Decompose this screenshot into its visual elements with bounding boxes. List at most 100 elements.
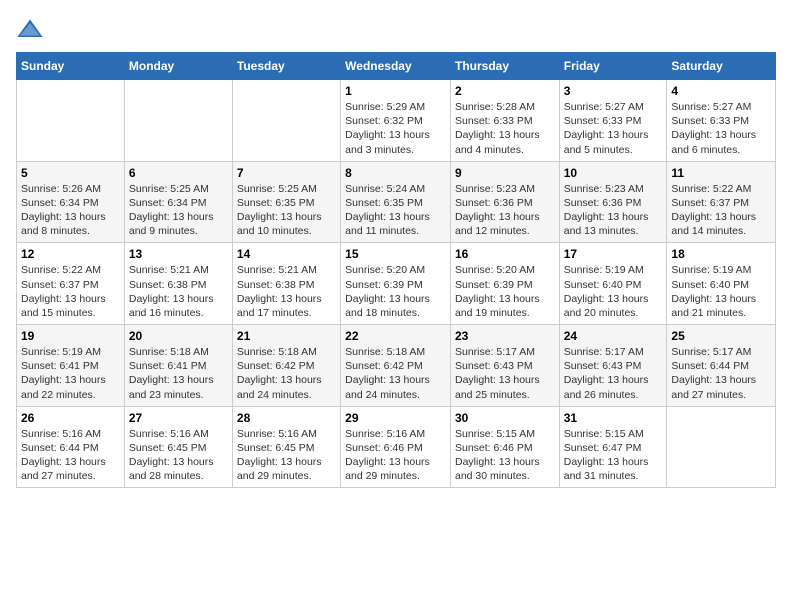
weekday-header: Sunday — [17, 53, 125, 80]
day-number: 30 — [455, 411, 555, 425]
day-number: 10 — [564, 166, 663, 180]
day-info: Sunrise: 5:29 AM Sunset: 6:32 PM Dayligh… — [345, 100, 446, 157]
calendar-cell: 15 Sunrise: 5:20 AM Sunset: 6:39 PM Dayli… — [341, 243, 451, 325]
weekday-header: Thursday — [450, 53, 559, 80]
calendar-cell: 26 Sunrise: 5:16 AM Sunset: 6:44 PM Dayli… — [17, 406, 125, 488]
day-number: 24 — [564, 329, 663, 343]
day-number: 1 — [345, 84, 446, 98]
calendar-cell: 8 Sunrise: 5:24 AM Sunset: 6:35 PM Daylig… — [341, 161, 451, 243]
day-number: 23 — [455, 329, 555, 343]
day-info: Sunrise: 5:18 AM Sunset: 6:42 PM Dayligh… — [237, 345, 336, 402]
calendar-cell: 25 Sunrise: 5:17 AM Sunset: 6:44 PM Dayli… — [667, 325, 776, 407]
calendar-cell: 16 Sunrise: 5:20 AM Sunset: 6:39 PM Dayli… — [450, 243, 559, 325]
day-info: Sunrise: 5:24 AM Sunset: 6:35 PM Dayligh… — [345, 182, 446, 239]
day-number: 2 — [455, 84, 555, 98]
day-info: Sunrise: 5:21 AM Sunset: 6:38 PM Dayligh… — [129, 263, 228, 320]
calendar-week-row: 19 Sunrise: 5:19 AM Sunset: 6:41 PM Dayli… — [17, 325, 776, 407]
day-info: Sunrise: 5:17 AM Sunset: 6:43 PM Dayligh… — [455, 345, 555, 402]
calendar-cell — [124, 80, 232, 162]
day-number: 11 — [671, 166, 771, 180]
calendar-cell: 22Sunrise: 5:18 AM Sunset: 6:42 PM Dayli… — [341, 325, 451, 407]
calendar-table: SundayMondayTuesdayWednesdayThursdayFrid… — [16, 52, 776, 488]
day-info: Sunrise: 5:19 AM Sunset: 6:40 PM Dayligh… — [671, 263, 771, 320]
day-info: Sunrise: 5:22 AM Sunset: 6:37 PM Dayligh… — [21, 263, 120, 320]
day-info: Sunrise: 5:21 AM Sunset: 6:38 PM Dayligh… — [237, 263, 336, 320]
calendar-week-row: 1 Sunrise: 5:29 AM Sunset: 6:32 PM Daylig… — [17, 80, 776, 162]
day-info: Sunrise: 5:23 AM Sunset: 6:36 PM Dayligh… — [564, 182, 663, 239]
day-info: Sunrise: 5:15 AM Sunset: 6:46 PM Dayligh… — [455, 427, 555, 484]
day-number: 26 — [21, 411, 120, 425]
calendar-cell: 9Sunrise: 5:23 AM Sunset: 6:36 PM Daylig… — [450, 161, 559, 243]
day-number: 6 — [129, 166, 228, 180]
day-number: 3 — [564, 84, 663, 98]
calendar-cell: 3 Sunrise: 5:27 AM Sunset: 6:33 PM Daylig… — [559, 80, 667, 162]
day-info: Sunrise: 5:15 AM Sunset: 6:47 PM Dayligh… — [564, 427, 663, 484]
calendar-cell: 30 Sunrise: 5:15 AM Sunset: 6:46 PM Dayli… — [450, 406, 559, 488]
day-info: Sunrise: 5:16 AM Sunset: 6:45 PM Dayligh… — [237, 427, 336, 484]
calendar-week-row: 12Sunrise: 5:22 AM Sunset: 6:37 PM Dayli… — [17, 243, 776, 325]
day-info: Sunrise: 5:22 AM Sunset: 6:37 PM Dayligh… — [671, 182, 771, 239]
day-number: 15 — [345, 247, 446, 261]
weekday-header: Tuesday — [232, 53, 340, 80]
calendar-cell: 28 Sunrise: 5:16 AM Sunset: 6:45 PM Dayli… — [232, 406, 340, 488]
day-info: Sunrise: 5:19 AM Sunset: 6:40 PM Dayligh… — [564, 263, 663, 320]
calendar-cell: 1 Sunrise: 5:29 AM Sunset: 6:32 PM Daylig… — [341, 80, 451, 162]
calendar-cell: 18 Sunrise: 5:19 AM Sunset: 6:40 PM Dayli… — [667, 243, 776, 325]
day-number: 25 — [671, 329, 771, 343]
day-info: Sunrise: 5:25 AM Sunset: 6:34 PM Dayligh… — [129, 182, 228, 239]
day-info: Sunrise: 5:25 AM Sunset: 6:35 PM Dayligh… — [237, 182, 336, 239]
day-number: 13 — [129, 247, 228, 261]
day-info: Sunrise: 5:19 AM Sunset: 6:41 PM Dayligh… — [21, 345, 120, 402]
calendar-cell: 13 Sunrise: 5:21 AM Sunset: 6:38 PM Dayli… — [124, 243, 232, 325]
day-number: 28 — [237, 411, 336, 425]
logo-icon — [16, 16, 44, 44]
day-number: 20 — [129, 329, 228, 343]
calendar-cell: 12Sunrise: 5:22 AM Sunset: 6:37 PM Dayli… — [17, 243, 125, 325]
weekday-header: Wednesday — [341, 53, 451, 80]
day-number: 9 — [455, 166, 555, 180]
day-info: Sunrise: 5:16 AM Sunset: 6:46 PM Dayligh… — [345, 427, 446, 484]
day-info: Sunrise: 5:18 AM Sunset: 6:41 PM Dayligh… — [129, 345, 228, 402]
day-info: Sunrise: 5:20 AM Sunset: 6:39 PM Dayligh… — [455, 263, 555, 320]
day-number: 17 — [564, 247, 663, 261]
day-number: 5 — [21, 166, 120, 180]
day-info: Sunrise: 5:27 AM Sunset: 6:33 PM Dayligh… — [671, 100, 771, 157]
calendar-cell: 23 Sunrise: 5:17 AM Sunset: 6:43 PM Dayli… — [450, 325, 559, 407]
weekday-header: Monday — [124, 53, 232, 80]
day-number: 21 — [237, 329, 336, 343]
day-info: Sunrise: 5:17 AM Sunset: 6:44 PM Dayligh… — [671, 345, 771, 402]
calendar-cell: 10 Sunrise: 5:23 AM Sunset: 6:36 PM Dayli… — [559, 161, 667, 243]
calendar-cell: 24Sunrise: 5:17 AM Sunset: 6:43 PM Dayli… — [559, 325, 667, 407]
day-info: Sunrise: 5:26 AM Sunset: 6:34 PM Dayligh… — [21, 182, 120, 239]
calendar-cell: 19 Sunrise: 5:19 AM Sunset: 6:41 PM Dayli… — [17, 325, 125, 407]
calendar-cell: 7Sunrise: 5:25 AM Sunset: 6:35 PM Daylig… — [232, 161, 340, 243]
logo — [16, 16, 48, 44]
calendar-cell: 21 Sunrise: 5:18 AM Sunset: 6:42 PM Dayli… — [232, 325, 340, 407]
calendar-cell: 17 Sunrise: 5:19 AM Sunset: 6:40 PM Dayli… — [559, 243, 667, 325]
calendar-cell — [17, 80, 125, 162]
calendar-cell: 4 Sunrise: 5:27 AM Sunset: 6:33 PM Daylig… — [667, 80, 776, 162]
day-number: 4 — [671, 84, 771, 98]
day-number: 8 — [345, 166, 446, 180]
calendar-week-row: 26 Sunrise: 5:16 AM Sunset: 6:44 PM Dayli… — [17, 406, 776, 488]
day-info: Sunrise: 5:20 AM Sunset: 6:39 PM Dayligh… — [345, 263, 446, 320]
page-header — [16, 16, 776, 44]
day-number: 31 — [564, 411, 663, 425]
weekday-header: Friday — [559, 53, 667, 80]
calendar-cell: 6 Sunrise: 5:25 AM Sunset: 6:34 PM Daylig… — [124, 161, 232, 243]
day-number: 18 — [671, 247, 771, 261]
calendar-cell: 2 Sunrise: 5:28 AM Sunset: 6:33 PM Daylig… — [450, 80, 559, 162]
day-number: 16 — [455, 247, 555, 261]
day-info: Sunrise: 5:16 AM Sunset: 6:44 PM Dayligh… — [21, 427, 120, 484]
day-info: Sunrise: 5:27 AM Sunset: 6:33 PM Dayligh… — [564, 100, 663, 157]
calendar-cell: 5 Sunrise: 5:26 AM Sunset: 6:34 PM Daylig… — [17, 161, 125, 243]
calendar-cell: 20 Sunrise: 5:18 AM Sunset: 6:41 PM Dayli… — [124, 325, 232, 407]
day-info: Sunrise: 5:28 AM Sunset: 6:33 PM Dayligh… — [455, 100, 555, 157]
calendar-cell: 31 Sunrise: 5:15 AM Sunset: 6:47 PM Dayli… — [559, 406, 667, 488]
day-number: 29 — [345, 411, 446, 425]
calendar-cell: 29 Sunrise: 5:16 AM Sunset: 6:46 PM Dayli… — [341, 406, 451, 488]
calendar-cell: 27Sunrise: 5:16 AM Sunset: 6:45 PM Dayli… — [124, 406, 232, 488]
calendar-cell — [667, 406, 776, 488]
day-number: 19 — [21, 329, 120, 343]
calendar-cell: 11 Sunrise: 5:22 AM Sunset: 6:37 PM Dayli… — [667, 161, 776, 243]
